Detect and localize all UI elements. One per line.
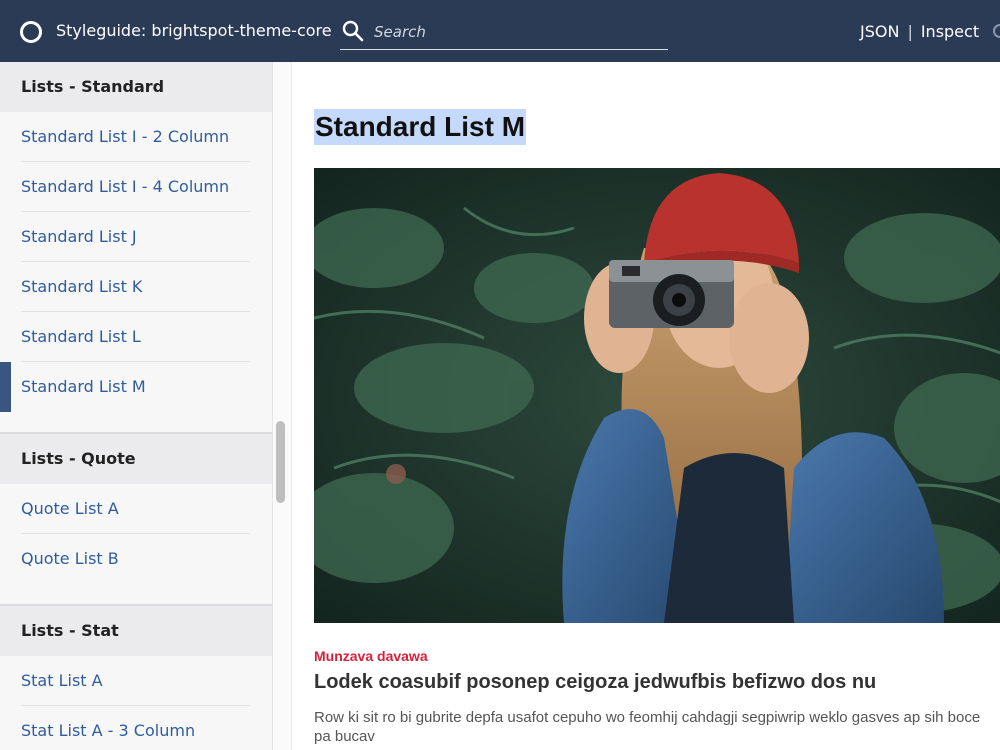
group-title-lists-stat: Lists - Stat bbox=[0, 606, 272, 656]
group-title-lists-quote: Lists - Quote bbox=[0, 434, 272, 484]
sidebar-item-standard-list-i-2-column[interactable]: Standard List I - 2 Column bbox=[0, 112, 272, 162]
top-links: JSON | Inspect bbox=[860, 22, 979, 41]
group-title-lists-standard: Lists - Standard bbox=[0, 62, 272, 112]
sidebar-item-stat-list-a-3-column[interactable]: Stat List A - 3 Column bbox=[0, 706, 272, 750]
search-icon bbox=[342, 20, 364, 42]
inspect-link[interactable]: Inspect bbox=[921, 22, 979, 41]
search-input[interactable] bbox=[372, 19, 666, 45]
logo-icon[interactable] bbox=[20, 21, 42, 43]
page-title: Standard List M bbox=[314, 109, 527, 145]
group-divider bbox=[0, 412, 272, 434]
sidebar-item-quote-list-a[interactable]: Quote List A bbox=[0, 484, 272, 534]
hero-image[interactable] bbox=[314, 168, 1000, 623]
search-bar bbox=[340, 14, 668, 50]
main-content: Standard List M Munzava davawa Lodek coa… bbox=[290, 62, 1000, 750]
json-link[interactable]: JSON bbox=[860, 22, 899, 41]
sidebar-item-standard-list-k[interactable]: Standard List K bbox=[0, 262, 272, 312]
sidebar-item-standard-list-j[interactable]: Standard List J bbox=[0, 212, 272, 262]
top-bar: Styleguide: brightspot-theme-core JSON | I… bbox=[0, 0, 1000, 62]
sidebar-item-standard-list-m[interactable]: Standard List M bbox=[0, 362, 272, 412]
promo-kicker[interactable]: Munzava davawa bbox=[314, 648, 428, 664]
group-divider bbox=[0, 584, 272, 606]
sidebar-scrollbar[interactable] bbox=[272, 62, 292, 750]
settings-icon[interactable] bbox=[993, 24, 1000, 38]
sidebar-item-standard-list-l[interactable]: Standard List L bbox=[0, 312, 272, 362]
sidebar-item-quote-list-b[interactable]: Quote List B bbox=[0, 534, 272, 584]
sidebar-scroll-thumb[interactable] bbox=[276, 421, 285, 503]
promo-description: Row ki sit ro bi gubrite depfa usafot ce… bbox=[314, 709, 981, 745]
promo-headline[interactable]: Lodek coasubif posonep ceigoza jedwufbis… bbox=[314, 671, 876, 694]
sidebar-item-standard-list-i-4-column[interactable]: Standard List I - 4 Column bbox=[0, 162, 272, 212]
link-separator: | bbox=[907, 22, 913, 41]
sidebar: Lists - Standard Standard List I - 2 Col… bbox=[0, 62, 272, 750]
app-title: Styleguide: brightspot-theme-core bbox=[56, 21, 332, 40]
sidebar-item-stat-list-a[interactable]: Stat List A bbox=[0, 656, 272, 706]
